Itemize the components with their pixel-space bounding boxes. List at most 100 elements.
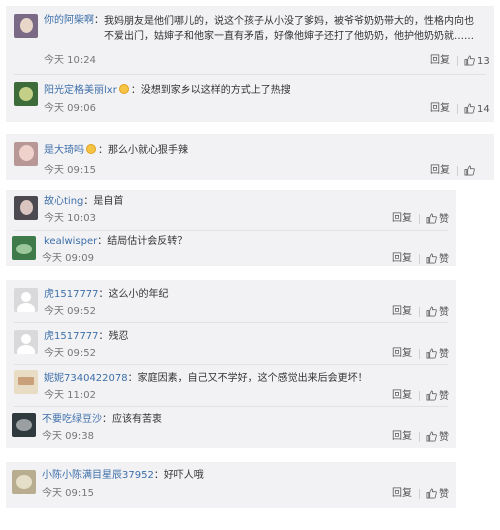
avatar[interactable] — [14, 196, 38, 220]
like-label: 赞 — [439, 391, 449, 402]
like-button[interactable] — [464, 165, 477, 178]
avatar[interactable] — [14, 288, 38, 312]
comment-text: 不要吃绿豆沙：应该有苦衷 — [42, 414, 162, 425]
like-button[interactable]: 赞 — [426, 431, 449, 444]
like-label: 赞 — [439, 307, 449, 318]
separator — [419, 349, 420, 359]
username-link[interactable]: kealwisper — [44, 236, 97, 247]
username-link[interactable]: 你的阿柴啊 — [44, 15, 94, 26]
thumbs-up-icon — [426, 390, 437, 401]
username-link[interactable]: 妮妮7340422078 — [44, 373, 128, 384]
like-label: 赞 — [439, 432, 449, 443]
reply-button[interactable]: 回复 — [430, 55, 450, 67]
separator — [419, 391, 420, 401]
comment-block: 是大琦吗 ：那么小就心狠手辣 今天 09:15 回复 — [6, 134, 494, 180]
comment-block: 故心ting：是自首 今天 10:03 回复 赞 kealwisper：结局估计… — [6, 190, 456, 266]
avatar[interactable] — [14, 82, 38, 106]
comment-time: 今天 11:02 — [44, 390, 96, 401]
like-button[interactable]: 赞 — [426, 306, 449, 319]
username-link[interactable]: 不要吃绿豆沙 — [42, 414, 102, 425]
avatar[interactable] — [12, 413, 36, 437]
reply-button[interactable]: 回复 — [430, 165, 450, 177]
like-label: 赞 — [439, 214, 449, 225]
username-link[interactable]: 故心ting — [44, 196, 83, 207]
like-button[interactable]: 赞 — [426, 488, 449, 501]
avatar[interactable] — [12, 470, 36, 494]
comment-text: 虎1517777：残忍 — [44, 331, 129, 342]
thumbs-up-icon — [426, 306, 437, 317]
like-count: 13 — [477, 56, 490, 67]
comment-time: 今天 10:03 — [44, 213, 96, 224]
divider — [14, 406, 448, 407]
avatar[interactable] — [12, 236, 36, 260]
comment-body: 我妈朋友是他们哪儿的，说这个孩子从小没了爹妈，被爷爷奶奶带大的，性格内向也不爱出… — [104, 16, 474, 42]
like-label: 赞 — [439, 254, 449, 265]
like-button[interactable]: 赞 — [426, 213, 449, 226]
separator — [457, 56, 458, 66]
divider — [14, 74, 486, 75]
reply-button[interactable]: 回复 — [392, 390, 412, 402]
username-link[interactable]: 是大琦吗 — [44, 145, 84, 156]
comment-text: 阳光定格美丽lxr ：没想到家乡以这样的方式上了热搜 — [44, 84, 291, 96]
reply-button[interactable]: 回复 — [392, 253, 412, 265]
like-button[interactable]: 13 — [464, 55, 490, 68]
separator — [457, 104, 458, 114]
thumbs-up-icon — [464, 103, 475, 114]
like-button[interactable]: 赞 — [426, 390, 449, 403]
emoji-icon — [118, 84, 129, 94]
avatar[interactable] — [14, 142, 38, 166]
thumbs-up-icon — [464, 55, 475, 66]
thumbs-up-icon — [426, 488, 437, 499]
avatar[interactable] — [14, 14, 38, 38]
separator — [419, 214, 420, 224]
comment-block: 虎1517777：这么小的年纪 今天 09:52 回复 赞 虎1517777：残… — [6, 280, 456, 448]
comment-time: 今天 09:09 — [42, 253, 94, 264]
divider — [14, 364, 448, 365]
avatar[interactable] — [14, 330, 38, 354]
comment-text: 虎1517777：这么小的年纪 — [44, 289, 169, 300]
thumbs-up-icon — [464, 165, 475, 176]
reply-button[interactable]: 回复 — [430, 103, 450, 115]
comment-text: 是大琦吗 ：那么小就心狠手辣 — [44, 144, 188, 156]
comment-time: 今天 09:52 — [44, 306, 96, 317]
separator — [419, 432, 420, 442]
reply-button[interactable]: 回复 — [392, 348, 412, 360]
comment-time: 今天 09:15 — [42, 488, 94, 499]
comment-time: 今天 09:52 — [44, 348, 96, 359]
divider — [14, 230, 448, 231]
comment-time: 今天 09:15 — [44, 165, 96, 176]
comment-block: 小陈小陈满目星辰37952：好吓人哦 今天 09:15 回复 赞 — [6, 462, 456, 508]
comment-text: 小陈小陈满目星辰37952：好吓人哦 — [42, 470, 204, 481]
comment-text: kealwisper：结局估计会反转？ — [44, 236, 188, 247]
username-link[interactable]: 小陈小陈满目星辰37952 — [42, 470, 154, 481]
comment-time: 今天 10:24 — [44, 55, 96, 66]
separator — [419, 489, 420, 499]
username-link[interactable]: 阳光定格美丽lxr — [44, 85, 117, 96]
comment-block: 你的阿柴啊： 我妈朋友是他们哪儿的，说这个孩子从小没了爹妈，被爷爷奶奶带大的，性… — [6, 6, 494, 122]
thumbs-up-icon — [426, 348, 437, 359]
comment-text: 妮妮7340422078：家庭因素，自己又不学好，这个感觉出来后会更坏！ — [44, 373, 368, 384]
like-button[interactable]: 14 — [464, 103, 490, 116]
reply-button[interactable]: 回复 — [392, 213, 412, 225]
like-button[interactable]: 赞 — [426, 348, 449, 361]
like-label: 赞 — [439, 349, 449, 360]
username-link[interactable]: 虎1517777 — [44, 289, 99, 300]
thumbs-up-icon — [426, 431, 437, 442]
reply-button[interactable]: 回复 — [392, 306, 412, 318]
separator — [457, 166, 458, 176]
comment-text: 故心ting：是自首 — [44, 196, 124, 207]
comment-time: 今天 09:38 — [42, 431, 94, 442]
separator — [419, 307, 420, 317]
reply-button[interactable]: 回复 — [392, 488, 412, 500]
comment-time: 今天 09:06 — [44, 103, 96, 114]
thumbs-up-icon — [426, 253, 437, 264]
like-count: 14 — [477, 104, 490, 115]
like-button[interactable]: 赞 — [426, 253, 449, 266]
like-label: 赞 — [439, 489, 449, 500]
avatar[interactable] — [14, 370, 38, 394]
separator — [419, 254, 420, 264]
emoji-icon — [86, 144, 96, 154]
comment-text: 你的阿柴啊： — [44, 15, 104, 26]
reply-button[interactable]: 回复 — [392, 431, 412, 443]
username-link[interactable]: 虎1517777 — [44, 331, 99, 342]
